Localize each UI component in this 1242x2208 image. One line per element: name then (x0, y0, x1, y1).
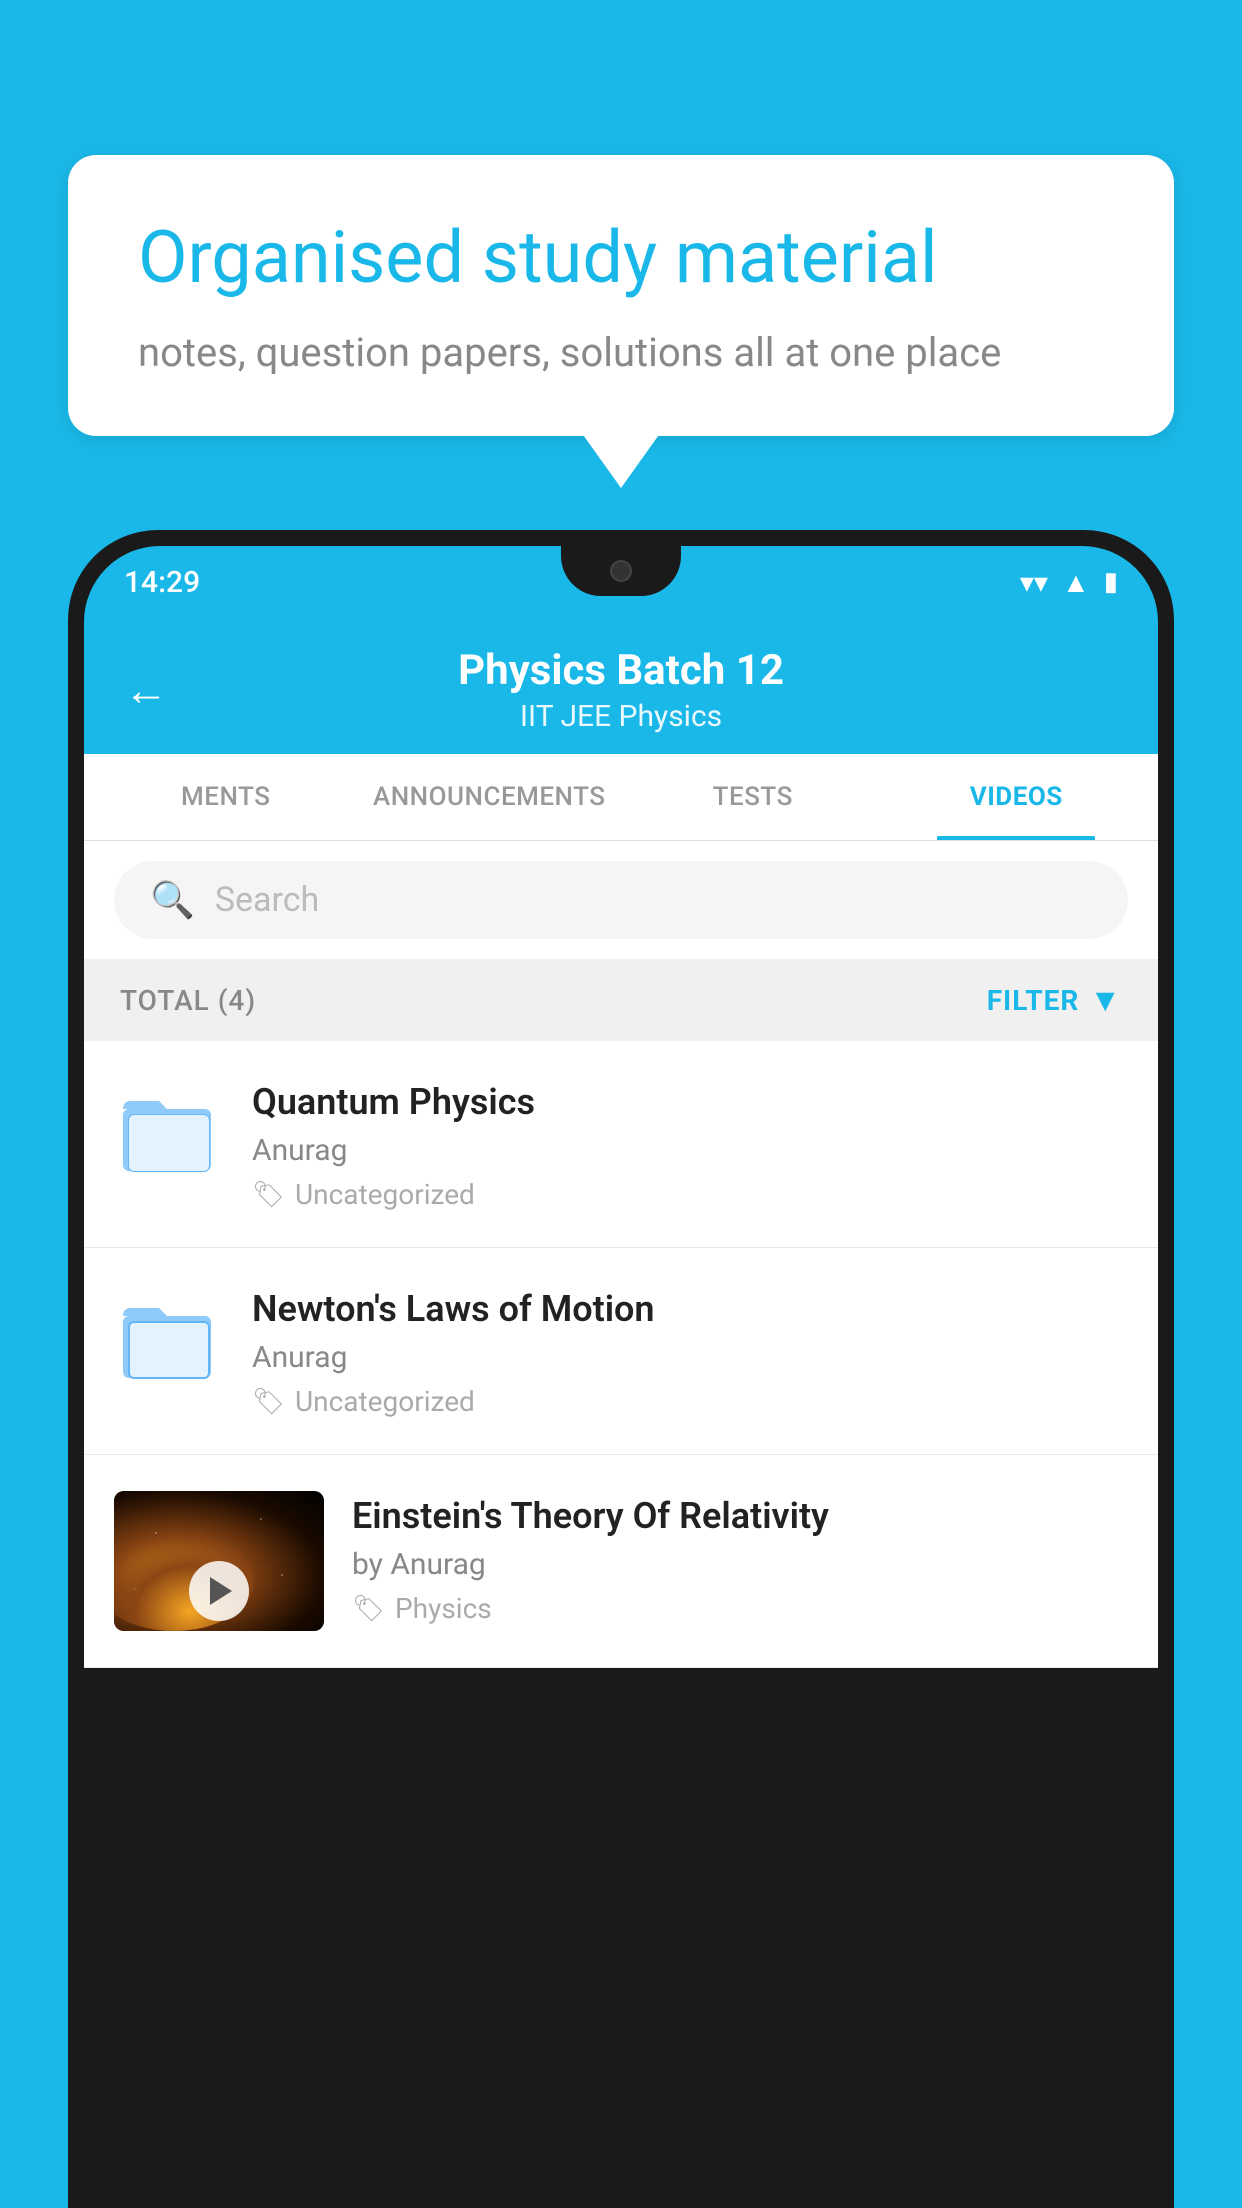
signal-icon: ▲ (1062, 566, 1090, 599)
video-info: Einstein's Theory Of Relativity by Anura… (352, 1491, 1128, 1625)
tag-icon: 🏷 (252, 1387, 285, 1417)
search-container: 🔍 Search (84, 841, 1158, 959)
video-tag: 🏷 Uncategorized (252, 1178, 1128, 1211)
notch (561, 546, 681, 596)
speech-bubble: Organised study material notes, question… (68, 155, 1174, 436)
battery-icon: ▮ (1104, 567, 1118, 597)
filter-label: FILTER (987, 984, 1080, 1017)
tag-icon: 🏷 (352, 1594, 385, 1624)
phone-inner: 14:29 ▾▾ ▲ ▮ ← Physics Batch 12 IIT JEE … (84, 546, 1158, 2208)
folder-icon (114, 1077, 224, 1187)
search-icon: 🔍 (150, 879, 195, 921)
back-button[interactable]: ← (124, 664, 168, 716)
search-bar[interactable]: 🔍 Search (114, 861, 1128, 939)
tab-tests[interactable]: TESTS (621, 754, 885, 840)
tab-videos[interactable]: VIDEOS (885, 754, 1149, 840)
video-tag: 🏷 Uncategorized (252, 1385, 1128, 1418)
tag-text: Uncategorized (295, 1385, 475, 1418)
list-item[interactable]: Quantum Physics Anurag 🏷 Uncategorized (84, 1041, 1158, 1248)
app-header: ← Physics Batch 12 IIT JEE Physics (84, 618, 1158, 754)
tab-documents[interactable]: MENTS (94, 754, 358, 840)
list-item[interactable]: Newton's Laws of Motion Anurag 🏷 Uncateg… (84, 1248, 1158, 1455)
tag-icon: 🏷 (252, 1180, 285, 1210)
total-count: TOTAL (4) (120, 984, 256, 1017)
play-icon (210, 1577, 232, 1605)
video-tag: 🏷 Physics (352, 1592, 1128, 1625)
play-button[interactable] (189, 1561, 249, 1621)
search-placeholder: Search (215, 880, 319, 920)
header-subtitle: IIT JEE Physics (198, 699, 1044, 734)
tab-announcements[interactable]: ANNOUNCEMENTS (358, 754, 622, 840)
filter-icon: ▼ (1089, 981, 1122, 1019)
video-title: Newton's Laws of Motion (252, 1288, 1128, 1330)
video-info: Newton's Laws of Motion Anurag 🏷 Uncateg… (252, 1284, 1128, 1418)
video-author: Anurag (252, 1133, 1128, 1168)
list-item[interactable]: Einstein's Theory Of Relativity by Anura… (84, 1455, 1158, 1668)
tag-text: Physics (395, 1592, 492, 1625)
video-author: Anurag (252, 1340, 1128, 1375)
tabs-bar: MENTS ANNOUNCEMENTS TESTS VIDEOS (84, 754, 1158, 841)
video-info: Quantum Physics Anurag 🏷 Uncategorized (252, 1077, 1128, 1211)
folder-icon (114, 1284, 224, 1394)
phone-frame: 14:29 ▾▾ ▲ ▮ ← Physics Batch 12 IIT JEE … (68, 530, 1174, 2208)
video-title: Einstein's Theory Of Relativity (352, 1495, 1128, 1537)
status-time: 14:29 (124, 565, 200, 600)
video-thumbnail (114, 1491, 324, 1631)
camera (610, 560, 632, 582)
filter-button[interactable]: FILTER ▼ (987, 981, 1122, 1019)
video-author: by Anurag (352, 1547, 1128, 1582)
header-title-group: Physics Batch 12 IIT JEE Physics (198, 646, 1044, 734)
bubble-title: Organised study material (138, 215, 1104, 301)
status-bar: 14:29 ▾▾ ▲ ▮ (84, 546, 1158, 618)
content-area: Quantum Physics Anurag 🏷 Uncategorized (84, 1041, 1158, 1668)
header-title: Physics Batch 12 (198, 646, 1044, 695)
wifi-icon: ▾▾ (1020, 566, 1048, 599)
speech-bubble-container: Organised study material notes, question… (68, 155, 1174, 436)
video-title: Quantum Physics (252, 1081, 1128, 1123)
status-icons: ▾▾ ▲ ▮ (1020, 566, 1118, 599)
tag-text: Uncategorized (295, 1178, 475, 1211)
bubble-subtitle: notes, question papers, solutions all at… (138, 329, 1104, 376)
filter-bar: TOTAL (4) FILTER ▼ (84, 959, 1158, 1041)
